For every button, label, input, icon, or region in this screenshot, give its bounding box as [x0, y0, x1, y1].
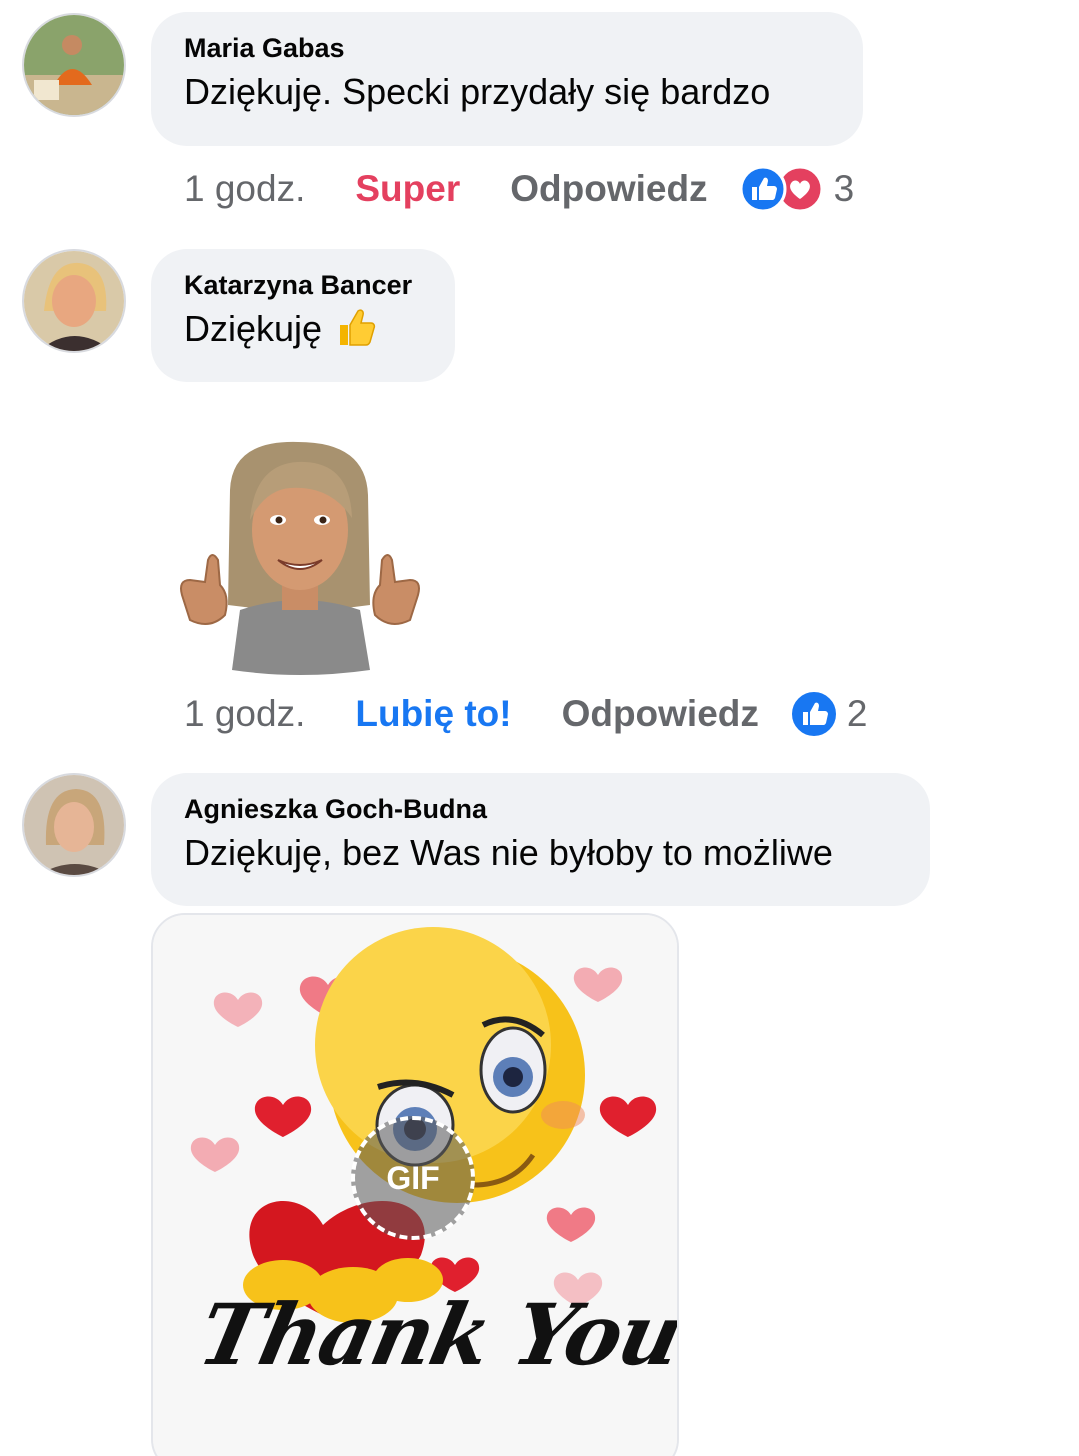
reaction-summary[interactable]: 2 — [789, 689, 868, 739]
comment-text: Dziękuję. Specki przydały się bardzo — [184, 71, 771, 112]
comment-bubble: Katarzyna Bancer Dziękuję — [151, 249, 455, 382]
like-love-icons — [739, 165, 824, 213]
comment-author[interactable]: Agnieszka Goch-Budna — [184, 793, 896, 825]
comment-actions: 1 godz. Super Odpowiedz 3 — [184, 164, 854, 214]
reaction-summary[interactable]: 3 — [738, 164, 855, 214]
avatar-sticker[interactable] — [170, 430, 430, 680]
reaction-count: 3 — [833, 168, 855, 209]
comment-text-value: Dziękuję — [184, 308, 323, 349]
avatar-photo — [24, 775, 124, 875]
avatar[interactable] — [22, 773, 126, 877]
comment-text: Dziękuję — [184, 305, 421, 361]
reply-button[interactable]: Odpowiedz — [562, 693, 759, 735]
comment-text: Dziękuję, bez Was nie byłoby to możliwe — [184, 832, 833, 873]
like-icon — [789, 690, 838, 738]
avatar-thumbs-up-sticker-icon — [180, 441, 420, 675]
gif-play-badge[interactable]: GIF — [351, 1116, 475, 1240]
gif-caption: Thank You — [190, 1285, 679, 1384]
comment-author[interactable]: Maria Gabas — [184, 32, 829, 64]
comment-bubble: Agnieszka Goch-Budna Dziękuję, bez Was n… — [151, 773, 930, 906]
comment-bubble: Maria Gabas Dziękuję. Specki przydały si… — [151, 12, 863, 146]
reaction-button[interactable]: Lubię to! — [355, 693, 511, 735]
comment-time[interactable]: 1 godz. — [184, 168, 305, 210]
comment-time[interactable]: 1 godz. — [184, 693, 305, 735]
avatar[interactable] — [22, 13, 126, 117]
avatar[interactable] — [22, 249, 126, 353]
avatar-photo — [24, 251, 124, 351]
comment-author[interactable]: Katarzyna Bancer — [184, 269, 421, 301]
reaction-count: 2 — [846, 693, 868, 734]
avatar-photo — [24, 15, 124, 115]
reaction-button[interactable]: Super — [355, 168, 460, 210]
comment-actions: 1 godz. Lubię to! Odpowiedz 2 — [184, 689, 867, 739]
thumbs-up-emoji-icon — [334, 305, 378, 361]
reply-button[interactable]: Odpowiedz — [510, 168, 707, 210]
comments-feed: Maria Gabas Dziękuję. Specki przydały si… — [0, 0, 1079, 1456]
